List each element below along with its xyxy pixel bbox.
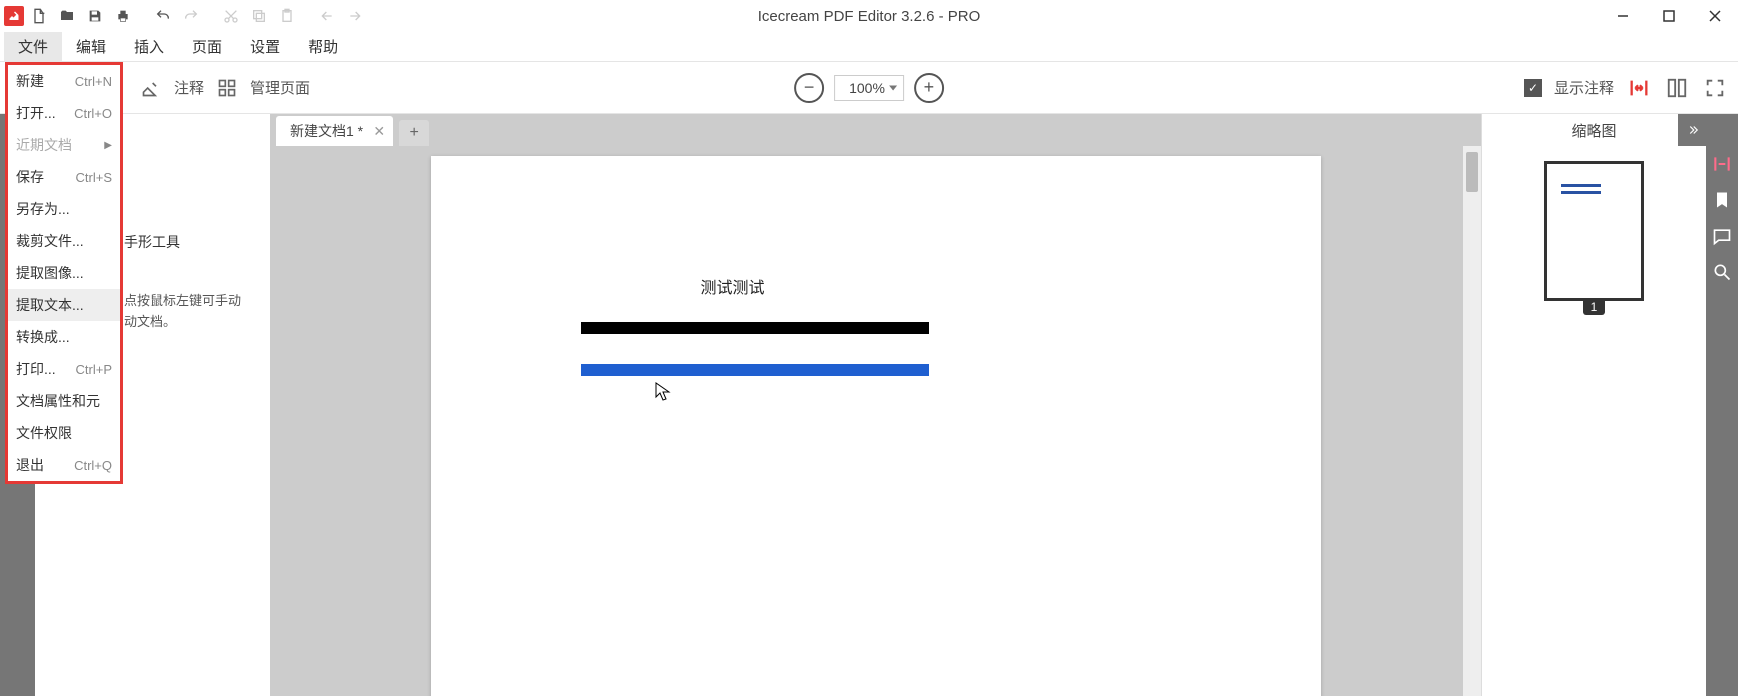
fullscreen-icon[interactable] <box>1702 75 1728 101</box>
tab-label: 新建文档1 * <box>290 121 363 141</box>
menu-settings[interactable]: 设置 <box>236 32 294 61</box>
tab-close-icon[interactable]: ✕ <box>373 123 385 140</box>
maximize-button[interactable] <box>1646 0 1692 32</box>
thumbnail-tab-icon[interactable] <box>1708 150 1736 178</box>
paste-icon[interactable] <box>274 3 300 29</box>
fm-saveas[interactable]: 另存为... <box>8 193 120 225</box>
hint-title: 手形工具 <box>124 231 264 253</box>
document-viewport[interactable]: 测试测试 <box>270 146 1481 696</box>
window-title: Icecream PDF Editor 3.2.6 - PRO <box>758 8 981 25</box>
fm-save[interactable]: 保存Ctrl+S <box>8 161 120 193</box>
grid-view-icon[interactable] <box>1664 75 1690 101</box>
redo-icon[interactable] <box>178 3 204 29</box>
close-button[interactable] <box>1692 0 1738 32</box>
right-toolbar <box>1706 114 1738 696</box>
menu-edit[interactable]: 编辑 <box>62 32 120 61</box>
hint-line1: 点按鼠标左键可手动 <box>124 291 264 312</box>
fm-properties[interactable]: 文档属性和元 <box>8 385 120 417</box>
fm-extract-image[interactable]: 提取图像... <box>8 257 120 289</box>
file-menu-dropdown: 新建Ctrl+N 打开...Ctrl+O 近期文档▶ 保存Ctrl+S 另存为.… <box>5 62 123 484</box>
fm-print[interactable]: 打印...Ctrl+P <box>8 353 120 385</box>
save-icon[interactable] <box>82 3 108 29</box>
menubar: 文件 编辑 插入 页面 设置 帮助 <box>0 32 1738 62</box>
zoom-dropdown[interactable]: 100% <box>834 75 904 101</box>
bookmark-tab-icon[interactable] <box>1708 186 1736 214</box>
scrollbar-thumb[interactable] <box>1466 152 1478 192</box>
annotate-label[interactable]: 注释 <box>174 77 204 98</box>
vertical-scrollbar[interactable] <box>1463 146 1481 696</box>
search-tab-icon[interactable] <box>1708 258 1736 286</box>
cut-icon[interactable] <box>218 3 244 29</box>
zoom-controls: − 100% + <box>794 73 944 103</box>
document-tab[interactable]: 新建文档1 * ✕ <box>276 116 393 146</box>
page-thumbnail[interactable] <box>1544 161 1644 301</box>
tab-add-button[interactable]: + <box>399 120 429 146</box>
mouse-cursor-icon <box>655 382 671 402</box>
copy-icon[interactable] <box>246 3 272 29</box>
show-annotations-checkbox[interactable]: ✓ <box>1524 79 1542 97</box>
menu-page[interactable]: 页面 <box>178 32 236 61</box>
fm-new[interactable]: 新建Ctrl+N <box>8 65 120 97</box>
fm-open[interactable]: 打开...Ctrl+O <box>8 97 120 129</box>
quick-access-toolbar <box>0 3 368 29</box>
fm-extract-text[interactable]: 提取文本... <box>8 289 120 321</box>
show-annotations-label: 显示注释 <box>1554 77 1614 98</box>
pdf-page[interactable]: 测试测试 <box>431 156 1321 696</box>
collapse-panel-button[interactable] <box>1678 114 1706 146</box>
print-icon[interactable] <box>110 3 136 29</box>
new-file-icon[interactable] <box>26 3 52 29</box>
fm-exit[interactable]: 退出Ctrl+Q <box>8 449 120 481</box>
fm-recent[interactable]: 近期文档▶ <box>8 129 120 161</box>
blue-bar-annotation[interactable] <box>581 364 929 376</box>
document-tabbar: 新建文档1 * ✕ + <box>270 114 1481 146</box>
menu-file[interactable]: 文件 <box>4 32 62 61</box>
titlebar: Icecream PDF Editor 3.2.6 - PRO <box>0 0 1738 32</box>
fm-convert[interactable]: 转换成... <box>8 321 120 353</box>
zoom-in-button[interactable]: + <box>914 73 944 103</box>
fm-permissions[interactable]: 文件权限 <box>8 417 120 449</box>
manage-pages-icon[interactable] <box>216 77 238 99</box>
window-controls <box>1600 0 1738 32</box>
thumbnail-page-number: 1 <box>1583 299 1606 315</box>
main-area: 新建文档1 * ✕ + 测试测试 <box>270 114 1481 696</box>
minimize-button[interactable] <box>1600 0 1646 32</box>
secondary-toolbar: 注释 管理页面 − 100% + ✓ 显示注释 <box>0 62 1738 114</box>
comment-tab-icon[interactable] <box>1708 222 1736 250</box>
annotate-icon[interactable] <box>140 77 162 99</box>
menu-help[interactable]: 帮助 <box>294 32 352 61</box>
app-icon <box>4 6 24 26</box>
manage-pages-label[interactable]: 管理页面 <box>250 77 310 98</box>
thumbnail-title: 缩略图 <box>1571 120 1616 141</box>
thumbnail-panel: 缩略图 1 <box>1481 114 1706 696</box>
hint-line2: 动文档。 <box>124 312 264 333</box>
black-bar-annotation[interactable] <box>581 322 929 334</box>
zoom-out-button[interactable]: − <box>794 73 824 103</box>
tool-hint: 手形工具 点按鼠标左键可手动 动文档。 <box>124 231 264 333</box>
next-icon[interactable] <box>342 3 368 29</box>
thumbnail-header: 缩略图 <box>1482 114 1706 146</box>
page-text: 测试测试 <box>701 274 765 298</box>
fit-width-icon[interactable] <box>1626 75 1652 101</box>
prev-icon[interactable] <box>314 3 340 29</box>
undo-icon[interactable] <box>150 3 176 29</box>
fm-crop[interactable]: 裁剪文件... <box>8 225 120 257</box>
open-icon[interactable] <box>54 3 80 29</box>
menu-insert[interactable]: 插入 <box>120 32 178 61</box>
